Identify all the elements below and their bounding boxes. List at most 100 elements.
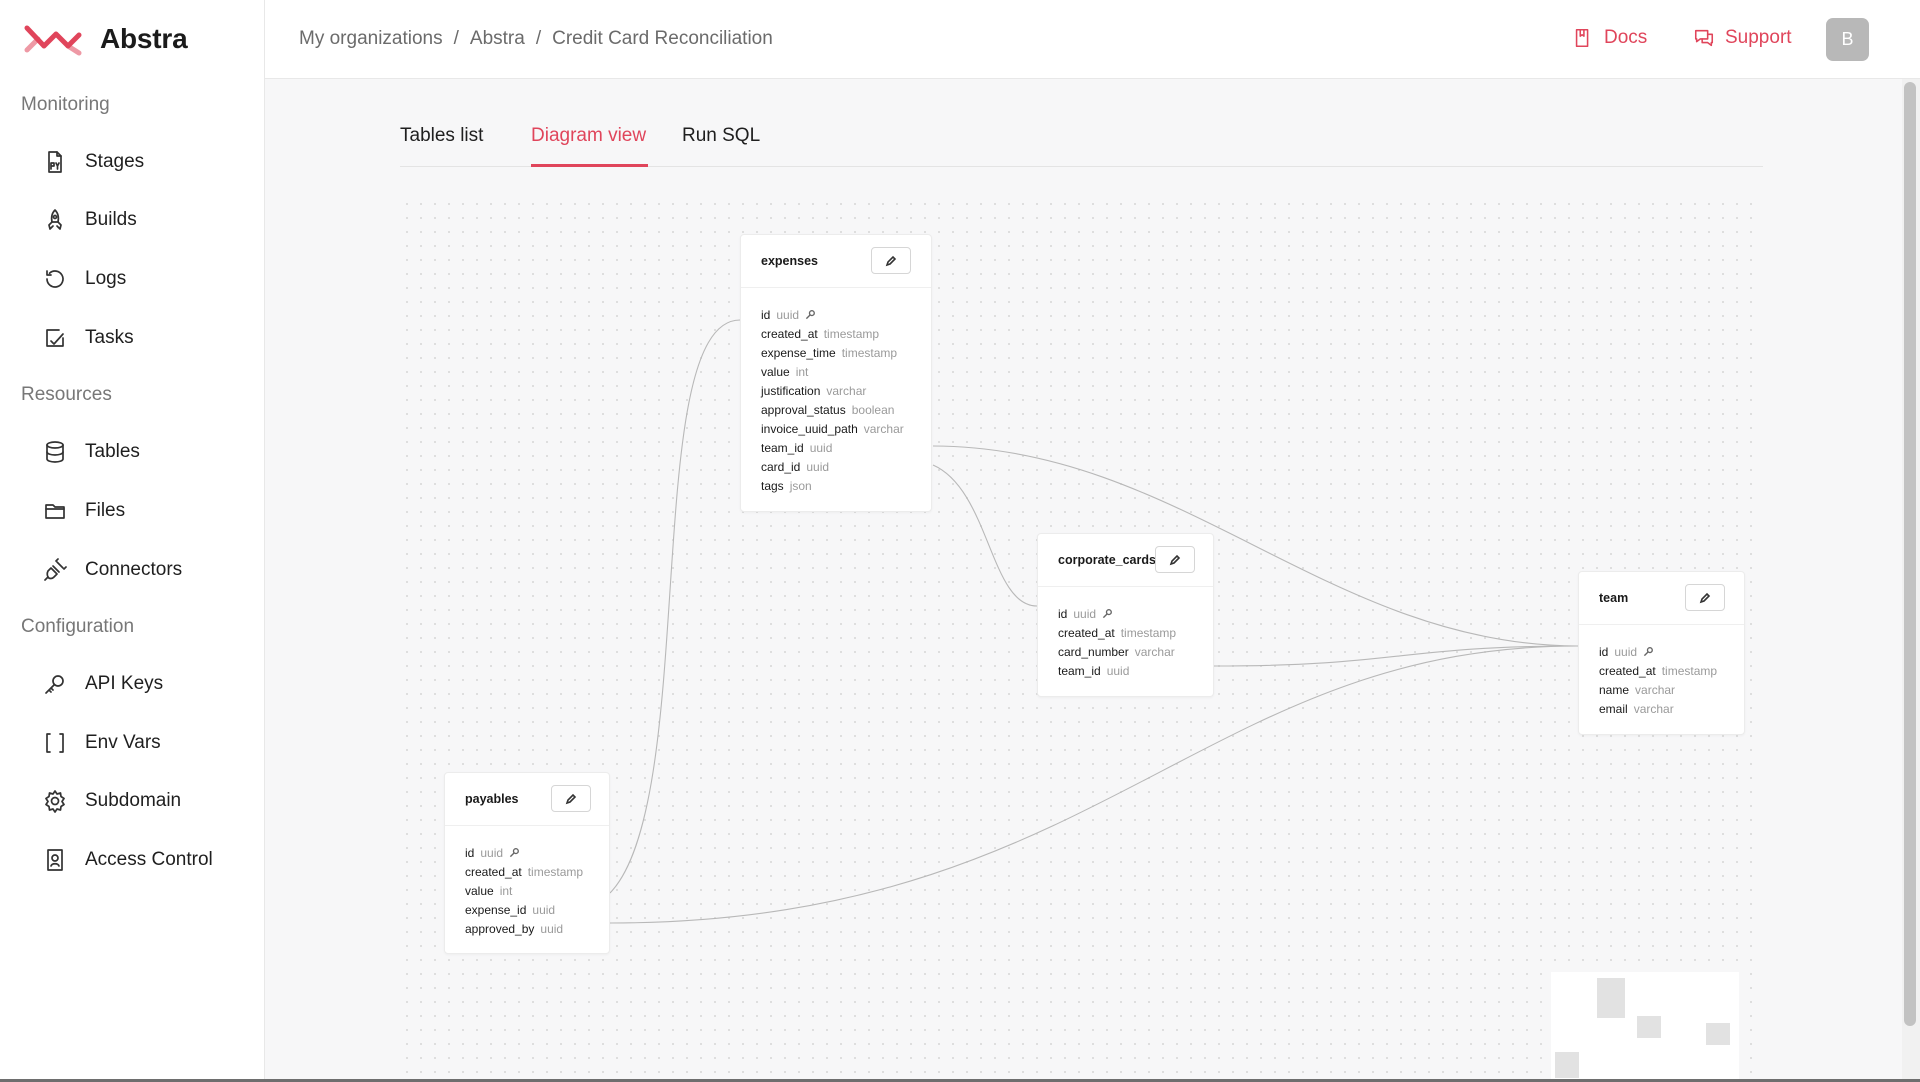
column-type: timestamp	[823, 326, 880, 341]
column-list: id uuid created_at timestamp card_number va…	[1038, 587, 1213, 680]
column-row: created_at timestamp	[761, 324, 931, 343]
avatar[interactable]: B	[1826, 18, 1869, 61]
sidebar-item-tables[interactable]: Tables	[43, 432, 140, 472]
key-icon	[1643, 646, 1654, 657]
column-row: team_id uuid	[761, 438, 931, 457]
tab-diagram-view[interactable]: Diagram view	[531, 125, 646, 147]
column-row: tags json	[761, 476, 931, 495]
sidebar-item-label: Stages	[85, 151, 145, 172]
breadcrumb-separator: /	[535, 28, 542, 49]
minimap-node	[1597, 978, 1625, 1018]
minimap-node	[1637, 1016, 1661, 1038]
column-row: expense_id uuid	[465, 900, 609, 919]
column-type: varchar	[863, 421, 904, 436]
column-type: timestamp	[1120, 625, 1177, 640]
sidebar-item-access-control[interactable]: Access Control	[43, 840, 213, 880]
top-header: My organizations / Abstra / Credit Card …	[265, 0, 1920, 79]
column-type: uuid	[806, 459, 830, 474]
column-name: value	[465, 883, 494, 898]
diagram-minimap[interactable]	[1551, 972, 1739, 1082]
sidebar-item-tasks[interactable]: Tasks	[43, 318, 134, 358]
sidebar-item-label: Connectors	[85, 559, 183, 580]
pencil-icon	[1699, 592, 1711, 603]
column-type: uuid	[532, 902, 556, 917]
sidebar-item-connectors[interactable]: Connectors	[43, 550, 182, 590]
rocket-icon	[43, 208, 67, 232]
sidebar-item-stages[interactable]: Stages	[43, 142, 144, 182]
sidebar-item-builds[interactable]: Builds	[43, 200, 137, 240]
table-title: corporate_cards	[1058, 553, 1156, 567]
column-row: approval_status boolean	[761, 400, 931, 419]
column-name: id	[1599, 644, 1609, 659]
column-type: varchar	[1134, 644, 1175, 659]
breadcrumb-separator: /	[453, 28, 459, 49]
column-name: id	[1058, 606, 1068, 621]
column-name: created_at	[1599, 663, 1656, 678]
scrollbar-thumb[interactable]	[1904, 82, 1916, 1026]
tab-run-sql[interactable]: Run SQL	[682, 125, 760, 147]
table-card-team[interactable]: team id uuid created_at timestamp name varc…	[1578, 571, 1745, 735]
edit-table-button[interactable]	[871, 247, 911, 274]
support-label: Support	[1725, 27, 1792, 48]
breadcrumb: My organizations / Abstra / Credit Card …	[299, 28, 773, 50]
column-type: uuid	[1106, 663, 1130, 678]
minimap-node	[1706, 1023, 1730, 1045]
column-row: invoice_uuid_path varchar	[761, 419, 931, 438]
sidebar-item-subdomain[interactable]: Subdomain	[43, 781, 181, 821]
table-card-header: payables	[445, 773, 609, 826]
column-type: timestamp	[527, 864, 584, 879]
table-card-corporate-cards[interactable]: corporate_cards id uuid created_at timesta…	[1037, 533, 1214, 697]
column-list: id uuid created_at timestamp name varchar e…	[1579, 625, 1744, 718]
key-icon	[509, 847, 520, 858]
column-type: uuid	[480, 845, 504, 860]
column-type: int	[499, 883, 513, 898]
breadcrumb-item-abstra[interactable]: Abstra	[470, 28, 525, 50]
brackets-icon	[43, 731, 67, 755]
sidebar-item-files[interactable]: Files	[43, 491, 125, 531]
column-list: id uuid created_at timestamp expense_time t…	[741, 288, 931, 495]
column-row: created_at timestamp	[465, 862, 609, 881]
sidebar-item-env-vars[interactable]: Env Vars	[43, 723, 161, 763]
plug-icon	[43, 558, 67, 582]
column-name: email	[1599, 701, 1628, 716]
column-row: justification varchar	[761, 381, 931, 400]
column-row: name varchar	[1599, 680, 1744, 699]
column-name: value	[761, 364, 790, 379]
key-icon	[1102, 608, 1113, 619]
column-row: team_id uuid	[1058, 661, 1213, 680]
brand[interactable]: Abstra	[24, 22, 188, 56]
column-name: card_number	[1058, 644, 1129, 659]
column-type: uuid	[540, 921, 564, 936]
table-card-expenses[interactable]: expenses id uuid created_at timestamp expe…	[740, 234, 932, 512]
tabs: Tables list Diagram view Run SQL	[400, 79, 1763, 167]
table-title: payables	[465, 792, 519, 806]
sidebar-item-label: API Keys	[85, 673, 164, 694]
column-row: id uuid	[1599, 642, 1744, 661]
column-row: value int	[465, 881, 609, 900]
id-badge-icon	[43, 848, 67, 872]
edit-table-button[interactable]	[1155, 546, 1195, 573]
column-name: justification	[761, 383, 821, 398]
column-row: card_number varchar	[1058, 642, 1213, 661]
tab-tables-list[interactable]: Tables list	[400, 125, 483, 147]
table-card-payables[interactable]: payables id uuid created_at timestamp valu…	[444, 772, 610, 954]
column-row: expense_time timestamp	[761, 343, 931, 362]
support-link[interactable]: Support	[1693, 27, 1792, 49]
edit-table-button[interactable]	[551, 785, 591, 812]
column-type: varchar	[1635, 682, 1676, 697]
key-icon	[805, 309, 816, 320]
column-type: timestamp	[1661, 663, 1718, 678]
column-row: email varchar	[1599, 699, 1744, 718]
column-row: card_id uuid	[761, 457, 931, 476]
pencil-icon	[1169, 554, 1181, 565]
column-name: created_at	[761, 326, 818, 341]
breadcrumb-item-organizations[interactable]: My organizations	[299, 28, 443, 50]
column-type: timestamp	[841, 345, 898, 360]
pencil-icon	[885, 255, 897, 266]
sidebar-item-logs[interactable]: Logs	[43, 259, 126, 299]
sidebar-item-api-keys[interactable]: API Keys	[43, 664, 163, 704]
edit-table-button[interactable]	[1685, 584, 1725, 611]
docs-link[interactable]: Docs	[1572, 27, 1647, 49]
key-icon	[43, 672, 67, 696]
table-title: expenses	[761, 254, 818, 268]
